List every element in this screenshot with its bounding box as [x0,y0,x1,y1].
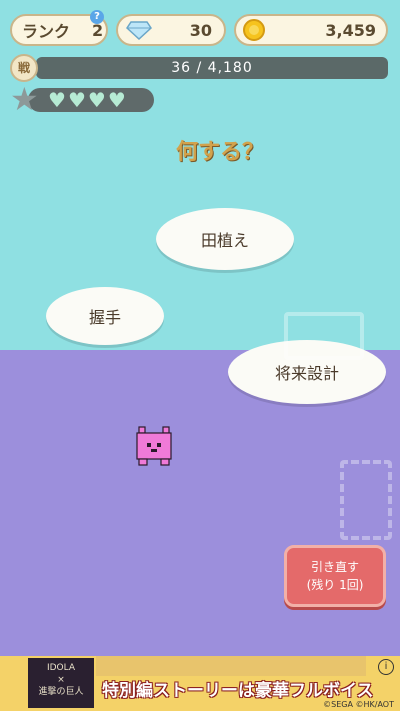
info-icon[interactable]: i [378,659,394,675]
choice-handshake[interactable]: 握手 [46,277,164,345]
background-lantern [340,460,392,540]
heart-icon: ♥ [87,88,106,112]
redraw-button[interactable]: 引き直す (残り 1回) [284,545,386,607]
ad-logo-line: IDOLA [46,663,76,673]
redraw-label: 引き直す [310,560,359,574]
choice-label: 将来設計 [274,364,339,383]
star-icon: ★ [10,80,39,118]
choice-rice-planting[interactable]: 田植え [156,198,294,270]
rank-label: ランク [22,22,71,41]
diamond-icon [126,21,152,40]
heart-icon: ♥ [67,88,86,112]
heart-icon: ♥ [107,88,126,112]
coin-icon [243,19,265,41]
ad-logo: IDOLA × 進撃の巨人 [28,658,94,708]
ad-banner[interactable]: IDOLA × 進撃の巨人 特別編ストーリーは豪華フルボイス i ©SEGA ©… [0,656,400,711]
choice-label: 田植え [200,231,249,250]
prompt-title: 何する？ [176,140,265,165]
ad-copyright: ©SEGA ©HK/AOT [323,700,394,709]
redraw-remaining: (残り 1回) [306,578,364,592]
rank-pill[interactable]: ランク 2 ? [10,10,108,46]
pet-creature[interactable] [135,425,173,467]
ad-logo-line: 進撃の巨人 [38,687,84,697]
help-icon[interactable]: ? [90,10,104,24]
ad-text: 特別編ストーリーは豪華フルボイス [102,681,374,701]
gem-count: 30 [189,20,212,40]
coin-count: 3,459 [325,20,376,40]
background-shrine [284,312,364,360]
coin-counter[interactable]: 3,459 [234,14,388,46]
xp-text: 36 / 4,180 [171,60,253,76]
ad-logo-line: × [57,675,65,685]
choice-label: 握手 [88,308,121,327]
battle-icon: 戦 [10,54,38,82]
heart-icon: ♥ [48,88,66,112]
xp-bar: 36 / 4,180 [36,57,388,79]
ad-art-strip [96,656,366,676]
heart-bar: ♥ ♥ ♥ ♥ [28,88,154,112]
gem-counter[interactable]: 30 [116,14,226,46]
